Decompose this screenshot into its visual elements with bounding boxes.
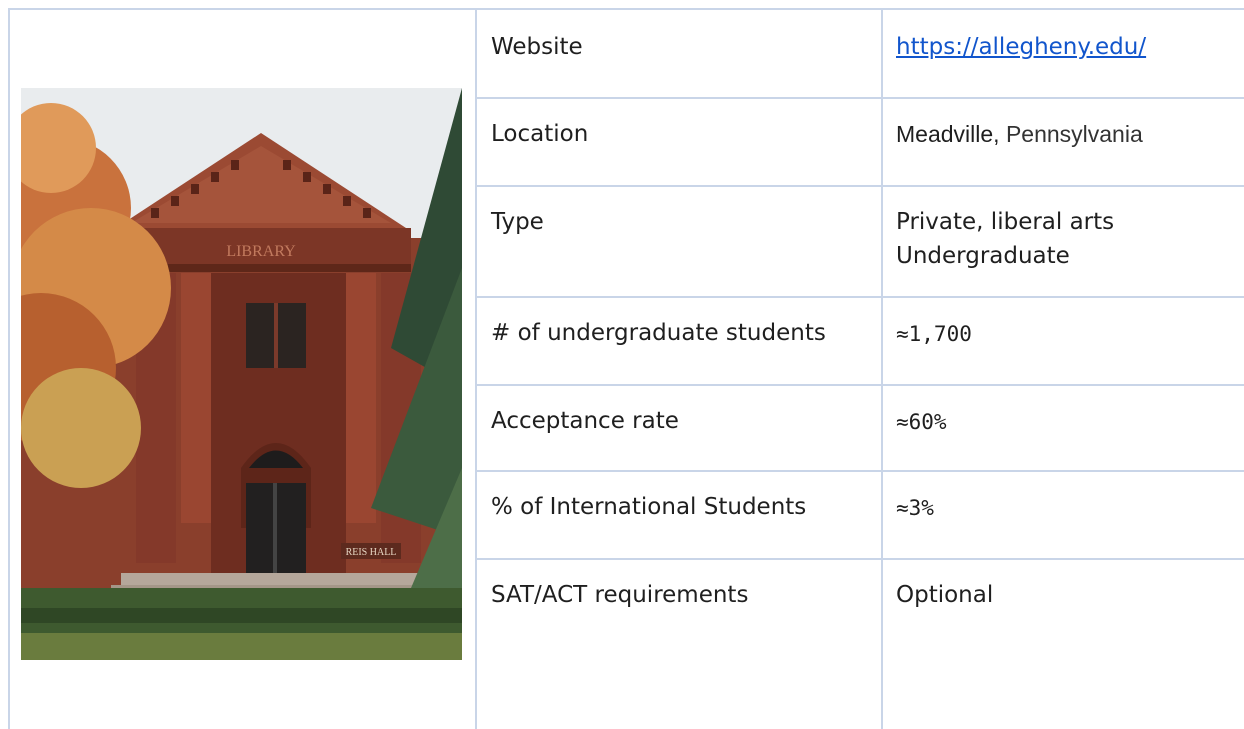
international-students-value: ≈3% [896, 496, 934, 520]
row-label-international-students: % of International Students [491, 494, 807, 520]
location-value: Meadville, Pennsylvania [896, 117, 1143, 151]
row-label-sat-act: SAT/ACT requirements [491, 582, 749, 608]
row-divider [475, 296, 1244, 298]
row-label-location: Location [491, 121, 589, 147]
row-divider [475, 384, 1244, 386]
sat-act-value: Optional [896, 582, 994, 608]
row-label-undergrad-students: # of undergraduate students [491, 320, 826, 346]
row-divider [475, 558, 1244, 560]
type-value-line2: Undergraduate [896, 243, 1070, 269]
table-border-left [8, 8, 10, 729]
building-sign-text: REIS HALL [346, 547, 397, 558]
acceptance-rate-value: ≈60% [896, 410, 947, 434]
document-page: LIBRARY REIS HALL Website Location Type … [0, 0, 1244, 729]
type-value: Private, liberal arts Undergraduate [896, 205, 1114, 273]
website-link[interactable]: https://allegheny.edu/ [896, 30, 1146, 64]
location-separator: , [993, 121, 1000, 147]
table-border-top [8, 8, 1244, 10]
type-value-line1: Private, liberal arts [896, 209, 1115, 235]
row-divider [475, 470, 1244, 472]
frieze-text: LIBRARY [226, 243, 296, 260]
row-label-website: Website [491, 34, 583, 60]
row-label-type: Type [491, 209, 544, 235]
section-heading-partial [18, 0, 26, 12]
location-state: Pennsylvania [1005, 121, 1143, 147]
table-divider-2 [881, 8, 883, 729]
location-city: Meadville [896, 121, 994, 147]
building-photo: LIBRARY REIS HALL [21, 88, 462, 660]
table-divider-1 [475, 8, 477, 729]
undergrad-students-value: ≈1,700 [896, 322, 972, 346]
row-divider [475, 185, 1244, 187]
row-divider [475, 97, 1244, 99]
row-label-acceptance-rate: Acceptance rate [491, 408, 679, 434]
